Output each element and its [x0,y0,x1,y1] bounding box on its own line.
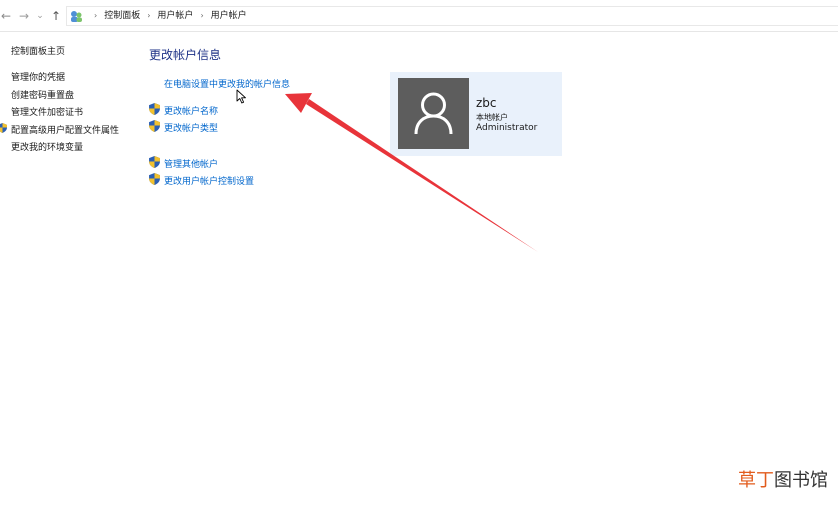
change-account-name-link[interactable]: 更改帐户名称 [164,104,218,117]
breadcrumb-control-panel[interactable]: 控制面板 [104,11,140,21]
sidebar-item-encryption-certs[interactable]: 管理文件加密证书 [11,105,83,118]
watermark-rest: 图书馆 [774,470,828,491]
account-card: zbc 本地帐户 Administrator [390,72,562,156]
change-account-type-link[interactable]: 更改帐户类型 [164,121,218,134]
shield-icon [0,123,7,133]
breadcrumb: › 控制面板 › 用户帐户 › 用户帐户 [87,7,247,25]
user-accounts-icon [71,11,82,22]
forward-button[interactable]: → [17,8,31,24]
recent-locations-dropdown[interactable]: ⌄ [35,8,45,24]
sidebar-item-advanced-profile[interactable]: 配置高级用户配置文件属性 [11,123,119,136]
address-box[interactable]: › 控制面板 › 用户帐户 › 用户帐户 [66,6,838,26]
back-button[interactable]: ← [0,8,12,24]
breadcrumb-separator: › [147,11,151,20]
uac-settings-link[interactable]: 更改用户帐户控制设置 [164,174,254,187]
shield-icon [149,120,160,132]
shield-icon [149,103,160,115]
avatar [398,78,469,149]
account-name: zbc [476,96,497,110]
sidebar-item-manage-credentials[interactable]: 管理你的凭据 [11,70,65,83]
pc-settings-account-link[interactable]: 在电脑设置中更改我的帐户信息 [164,77,290,90]
sidebar-home-link[interactable]: 控制面板主页 [11,44,65,57]
breadcrumb-user-accounts-current[interactable]: 用户帐户 [211,11,247,21]
breadcrumb-user-accounts[interactable]: 用户帐户 [157,11,193,21]
account-type: 本地帐户 [476,113,508,122]
address-bar: ← → ⌄ ↑ › 控制面板 › 用户帐户 › 用户帐户 [0,0,838,32]
user-icon [414,92,453,135]
manage-other-accounts-link[interactable]: 管理其他帐户 [164,157,218,170]
mouse-cursor-icon [236,89,246,104]
sidebar-item-create-reset-disk[interactable]: 创建密码重置盘 [11,88,74,101]
account-role: Administrator [476,123,538,133]
sidebar-item-env-variables[interactable]: 更改我的环境变量 [11,140,83,153]
breadcrumb-separator: › [94,11,98,20]
breadcrumb-separator: › [200,11,204,20]
shield-icon [149,156,160,168]
watermark: 草丁图书馆 [738,466,828,492]
watermark-accent: 草丁 [738,470,774,491]
page-title: 更改帐户信息 [149,48,222,62]
shield-icon [149,173,160,185]
up-button[interactable]: ↑ [50,8,62,24]
